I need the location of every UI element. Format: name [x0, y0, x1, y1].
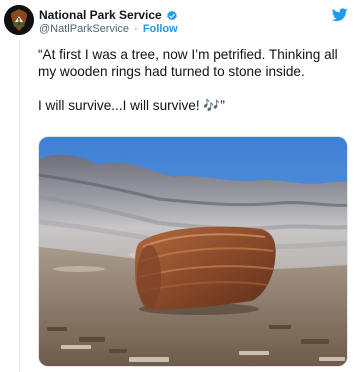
tweet-text-paragraph-2: I will survive...I will survive! 🎶”: [38, 98, 225, 113]
display-name[interactable]: National Park Service: [39, 8, 162, 22]
follow-button[interactable]: Follow: [143, 23, 178, 35]
handle-row: @NatlParkService · Follow: [39, 23, 178, 35]
verified-badge-icon: [166, 9, 178, 21]
tweet-photo[interactable]: [38, 136, 348, 367]
handle[interactable]: @NatlParkService: [39, 23, 129, 35]
thread-divider: [19, 40, 20, 372]
handle-separator: ·: [134, 23, 138, 35]
author-name-row: National Park Service: [39, 8, 178, 22]
twitter-bird-icon[interactable]: [331, 8, 348, 22]
tweet-text-paragraph-1: “At first I was a tree, now I’m petrifie…: [38, 47, 338, 79]
petrified-log-photo: [39, 137, 347, 366]
tweet-card: National Park Service @NatlParkService ·…: [0, 0, 354, 372]
tweet-text: “At first I was a tree, now I’m petrifie…: [38, 46, 348, 114]
nps-arrowhead-logo: [4, 5, 34, 35]
avatar[interactable]: [4, 5, 34, 35]
